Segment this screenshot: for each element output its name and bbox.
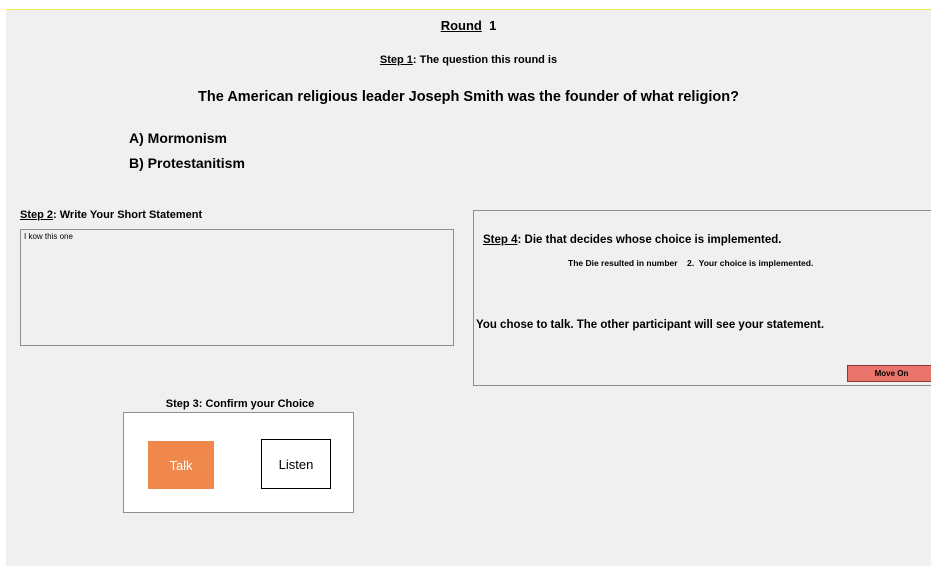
step2-label: Step 2: [20, 209, 54, 221]
step2-text: : Write Your Short Statement: [53, 209, 203, 221]
answer-option-b: B) Protestanitism: [129, 155, 245, 171]
statement-input[interactable]: I kow this one: [20, 229, 454, 346]
question-text: The American religious leader Joseph Smi…: [198, 89, 739, 105]
listen-button[interactable]: Listen: [261, 439, 331, 489]
choice-box: Talk Listen: [123, 412, 354, 513]
step4-heading: Step 4: Die that decides whose choice is…: [483, 234, 781, 246]
die-result-text: The Die resulted in number 2. Your choic…: [568, 258, 814, 268]
talk-button[interactable]: Talk: [148, 441, 214, 489]
step1-heading: Step 1: The question this round is: [6, 54, 931, 66]
answer-option-a: A) Mormonism: [129, 130, 227, 146]
experiment-screen: Round 1 Step 1: The question this round …: [6, 10, 931, 566]
step1-label: Step 1: [379, 54, 413, 66]
step4-panel: Step 4: Die that decides whose choice is…: [473, 210, 931, 386]
step4-label: Step 4: [483, 234, 518, 246]
talk-message: You chose to talk. The other participant…: [476, 319, 825, 331]
step1-text: : The question this round is: [412, 54, 558, 66]
round-title: Round 1: [6, 18, 931, 33]
step2-heading: Step 2: Write Your Short Statement: [20, 209, 202, 221]
round-number: 1: [489, 18, 497, 33]
step4-text: : Die that decides whose choice is imple…: [517, 234, 782, 246]
round-label: Round: [440, 18, 482, 33]
step3-heading: Step 3: Confirm your Choice: [165, 398, 315, 410]
move-on-button[interactable]: Move On: [847, 365, 931, 382]
